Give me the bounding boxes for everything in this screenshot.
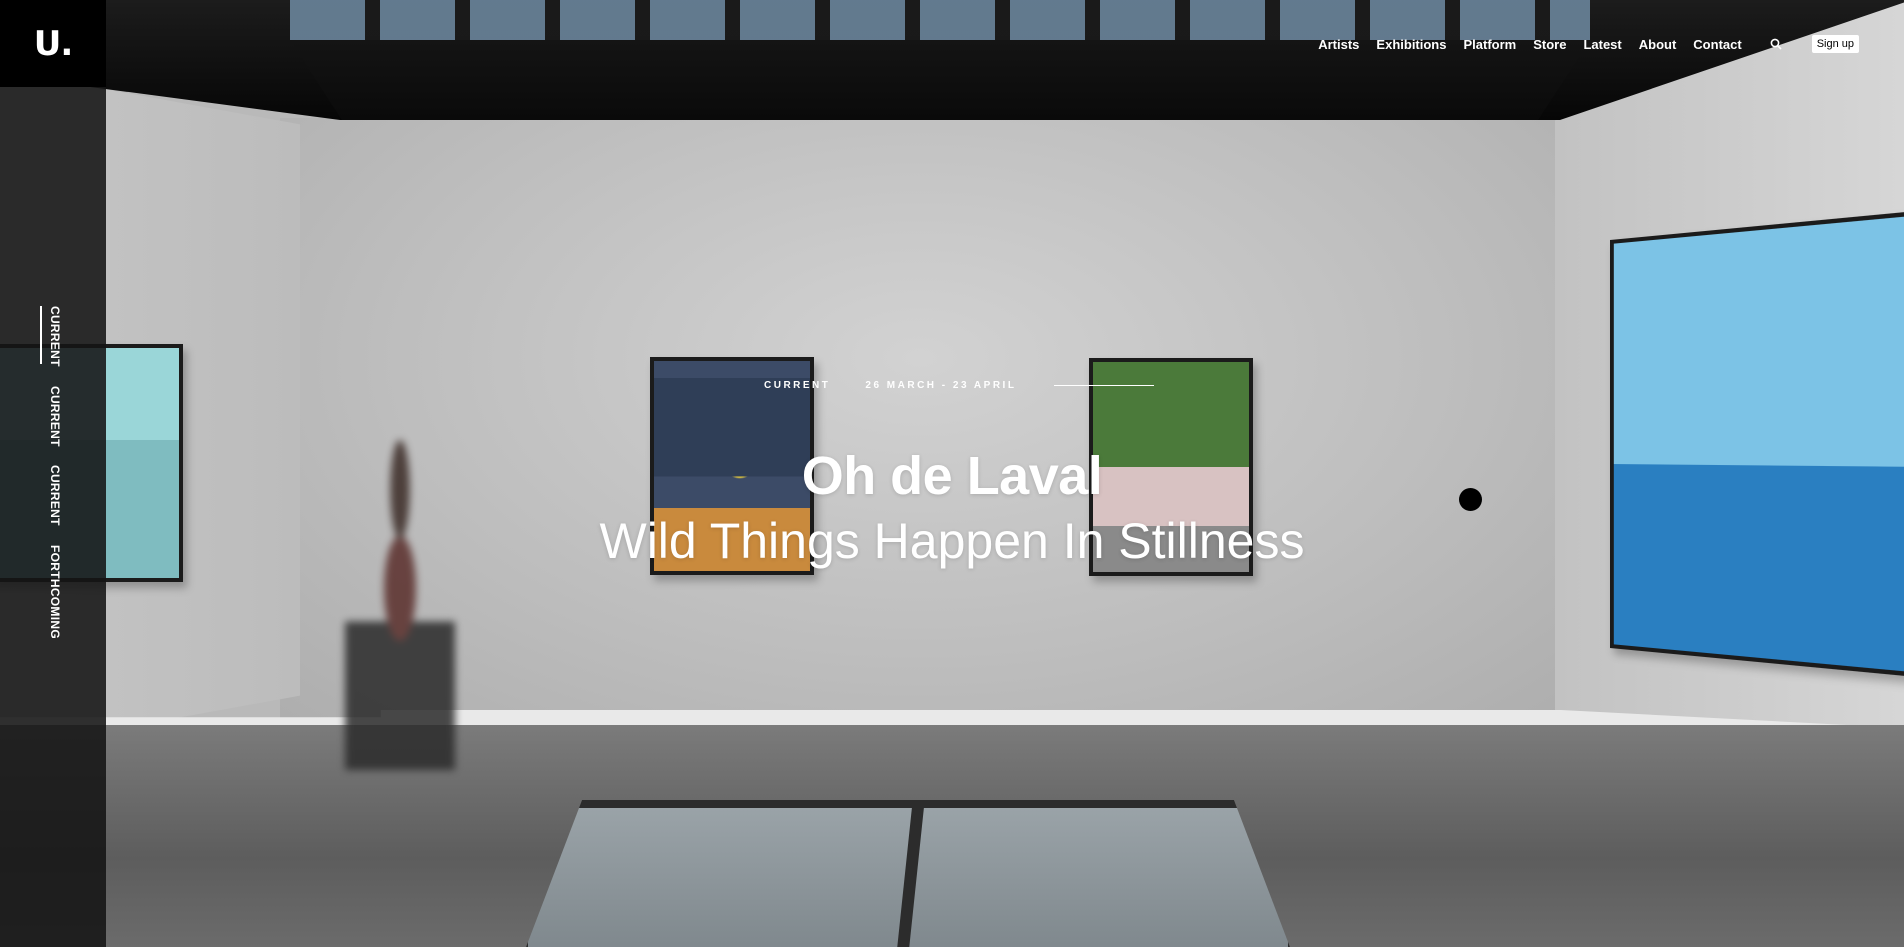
nav-contact[interactable]: Contact [1693,37,1741,52]
nav-about[interactable]: About [1639,37,1677,52]
active-tab-indicator [40,306,42,364]
logo: U. [33,23,74,64]
nav-store[interactable]: Store [1533,37,1566,52]
search-icon [1770,38,1782,50]
cursor-icon [1459,488,1482,511]
logo-link[interactable]: U. [0,0,106,87]
exhibition-artist[interactable]: Oh de Laval [0,445,1904,507]
sidebar-tab-current-1[interactable]: CURRENT [48,306,62,367]
exhibition-dates: 26 MARCH - 23 APRIL [865,380,1017,391]
painting-whale [1610,210,1904,678]
nav-latest[interactable]: Latest [1583,37,1621,52]
nav-artists[interactable]: Artists [1318,37,1359,52]
back-wall [280,118,1560,718]
nav-platform[interactable]: Platform [1463,37,1516,52]
sidebar-tab-current-2[interactable]: CURRENT [48,386,62,447]
page: U. Artists Exhibitions Platform Store La… [0,0,1904,947]
exhibition-status: CURRENT [764,380,831,391]
search-button[interactable] [1767,35,1785,53]
signup-button[interactable]: Sign up [1811,35,1859,53]
nav-exhibitions[interactable]: Exhibitions [1376,37,1446,52]
exhibition-title[interactable]: Wild Things Happen In Stillness [0,512,1904,570]
skylights [290,0,1590,40]
main-nav: Artists Exhibitions Platform Store Lates… [1318,35,1859,53]
exhibition-meta: CURRENT 26 MARCH - 23 APRIL [764,380,1155,391]
meta-divider-line [1054,385,1155,386]
